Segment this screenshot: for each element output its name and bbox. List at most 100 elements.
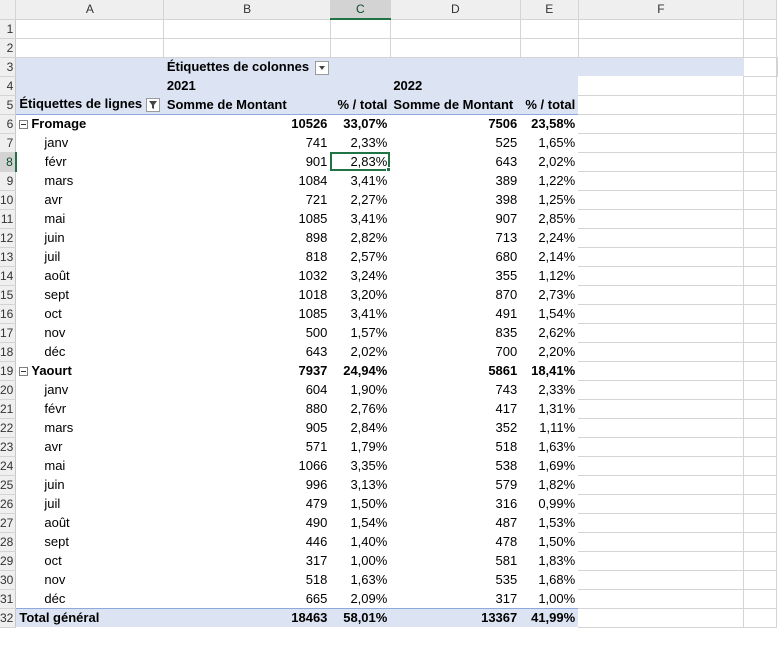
pivot-cell[interactable] xyxy=(15,57,164,76)
column-header-f[interactable]: F xyxy=(578,0,745,20)
cell[interactable] xyxy=(578,19,745,39)
group-v2022[interactable]: 5861 xyxy=(390,361,520,380)
pct-2021[interactable]: 1,57% xyxy=(330,323,390,342)
row-header[interactable]: 2 xyxy=(0,38,17,58)
cell[interactable] xyxy=(15,38,165,58)
value-2021[interactable]: 741 xyxy=(164,133,331,152)
value-2022[interactable]: 417 xyxy=(390,399,520,418)
pct-2021[interactable]: 3,13% xyxy=(330,475,390,494)
group-p2021[interactable]: 33,07% xyxy=(330,114,390,133)
month-label[interactable]: mars xyxy=(16,418,164,437)
cell[interactable] xyxy=(743,209,777,229)
value-2021[interactable]: 898 xyxy=(164,228,331,247)
cell[interactable] xyxy=(578,380,745,400)
month-label[interactable]: oct xyxy=(16,304,164,323)
month-label[interactable]: janv xyxy=(16,380,164,399)
month-label[interactable]: juil xyxy=(16,247,164,266)
month-label[interactable]: févr xyxy=(16,152,164,171)
total-v2021[interactable]: 18463 xyxy=(163,607,331,627)
row-header[interactable]: 28 xyxy=(0,532,17,552)
value-2021[interactable]: 665 xyxy=(164,589,331,608)
month-label[interactable]: janv xyxy=(16,133,164,152)
value-2022[interactable]: 518 xyxy=(390,437,520,456)
cell[interactable] xyxy=(743,532,777,552)
cell[interactable] xyxy=(578,570,745,590)
cell[interactable] xyxy=(578,361,745,381)
column-header-c[interactable]: C xyxy=(330,0,391,20)
cell[interactable] xyxy=(743,456,777,476)
value-2021[interactable]: 479 xyxy=(164,494,331,513)
pct-2021[interactable]: 1,90% xyxy=(330,380,390,399)
cell[interactable] xyxy=(743,76,777,96)
cell[interactable] xyxy=(743,399,777,419)
cell[interactable] xyxy=(743,38,777,58)
value-2022[interactable]: 538 xyxy=(390,456,520,475)
value-2022[interactable]: 317 xyxy=(390,589,520,608)
row-header[interactable]: 7 xyxy=(0,133,17,153)
pivot-cell[interactable] xyxy=(578,57,744,76)
cell[interactable] xyxy=(578,152,745,172)
column-header-b[interactable]: B xyxy=(163,0,331,20)
pivot-cell[interactable] xyxy=(520,57,579,76)
row-header[interactable]: 21 xyxy=(0,399,17,419)
cell[interactable] xyxy=(743,95,777,115)
month-label[interactable]: avr xyxy=(16,437,164,456)
pct-2021[interactable]: 2,82% xyxy=(330,228,390,247)
value-2021[interactable]: 905 xyxy=(164,418,331,437)
cell[interactable] xyxy=(578,171,745,191)
pct-2022[interactable]: 1,82% xyxy=(520,475,578,494)
pct-2022[interactable]: 2,73% xyxy=(520,285,578,304)
pct-2022[interactable]: 2,85% xyxy=(520,209,578,228)
row-header[interactable]: 20 xyxy=(0,380,17,400)
row-header[interactable]: 19 xyxy=(0,361,17,381)
value-2022[interactable]: 316 xyxy=(390,494,520,513)
pct-2022[interactable]: 1,65% xyxy=(520,133,578,152)
pivot-cell[interactable] xyxy=(15,76,164,95)
cell[interactable] xyxy=(520,19,579,39)
row-header[interactable]: 1 xyxy=(0,19,17,39)
pct-2022[interactable]: 1,22% xyxy=(520,171,578,190)
cell[interactable] xyxy=(578,342,745,362)
cell[interactable] xyxy=(743,247,777,267)
cell[interactable] xyxy=(578,114,745,134)
pct-2021[interactable]: 2,27% xyxy=(330,190,390,209)
value-2022[interactable]: 870 xyxy=(390,285,520,304)
pivot-cell[interactable] xyxy=(330,76,391,95)
month-label[interactable]: mars xyxy=(16,171,164,190)
column-header-g[interactable] xyxy=(743,0,777,20)
row-header[interactable]: 15 xyxy=(0,285,17,305)
value-2021[interactable]: 901 xyxy=(164,152,331,171)
total-p2021[interactable]: 58,01% xyxy=(330,607,391,627)
row-header[interactable]: 5 xyxy=(0,95,17,115)
cell[interactable] xyxy=(743,228,777,248)
pct-2022[interactable]: 2,02% xyxy=(520,152,578,171)
value-2021[interactable]: 446 xyxy=(164,532,331,551)
cell[interactable] xyxy=(743,323,777,343)
value-2022[interactable]: 535 xyxy=(390,570,520,589)
cell[interactable] xyxy=(520,38,579,58)
pct-2022[interactable]: 2,33% xyxy=(520,380,578,399)
group-p2022[interactable]: 18,41% xyxy=(520,361,578,380)
value-2021[interactable]: 996 xyxy=(164,475,331,494)
pct-2022[interactable]: 2,62% xyxy=(520,323,578,342)
select-all-corner[interactable] xyxy=(0,0,17,20)
month-label[interactable]: févr xyxy=(16,399,164,418)
cell[interactable] xyxy=(743,475,777,495)
row-header[interactable]: 4 xyxy=(0,76,17,96)
cell[interactable] xyxy=(578,38,745,58)
row-header[interactable]: 9 xyxy=(0,171,17,191)
cell[interactable] xyxy=(578,95,745,115)
row-header[interactable]: 31 xyxy=(0,589,17,609)
value-2021[interactable]: 490 xyxy=(164,513,331,532)
row-header[interactable]: 18 xyxy=(0,342,17,362)
cell[interactable] xyxy=(578,247,745,267)
pct-2021[interactable]: 3,24% xyxy=(330,266,390,285)
group-p2022[interactable]: 23,58% xyxy=(520,114,578,133)
cell[interactable] xyxy=(743,513,777,533)
value-2022[interactable]: 700 xyxy=(390,342,520,361)
cell[interactable] xyxy=(390,19,521,39)
pct-2022[interactable]: 2,20% xyxy=(520,342,578,361)
pct-2022[interactable]: 1,53% xyxy=(520,513,578,532)
cell[interactable] xyxy=(578,228,745,248)
value-2022[interactable]: 478 xyxy=(390,532,520,551)
